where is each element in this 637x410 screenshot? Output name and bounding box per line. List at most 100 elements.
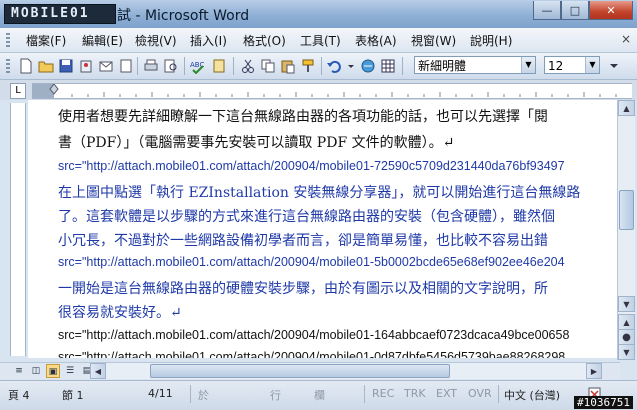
menu-file[interactable]: 檔案(F) bbox=[26, 32, 66, 49]
outline-view-icon[interactable]: ☰ bbox=[63, 364, 77, 378]
standard-toolbar: ABC 新細明體 ▼ 12 ▼ bbox=[0, 53, 637, 80]
status-column: 欄 bbox=[314, 389, 325, 402]
ruler-ticks bbox=[49, 84, 617, 97]
horizontal-ruler[interactable] bbox=[32, 83, 632, 99]
status-separator bbox=[498, 385, 499, 403]
toolbar-separator bbox=[137, 57, 138, 75]
ruler-row: L bbox=[0, 80, 637, 100]
vertical-ruler[interactable] bbox=[10, 103, 26, 356]
font-size-value: 12 bbox=[548, 59, 564, 73]
undo-dropdown-icon[interactable] bbox=[346, 58, 356, 74]
next-page-icon[interactable]: ▼ bbox=[618, 344, 635, 360]
doc-line-7[interactable]: src="http://attach.mobile01.com/attach/2… bbox=[58, 255, 565, 269]
window-title: 試 - Microsoft Word bbox=[117, 8, 250, 24]
toolbar-separator bbox=[233, 57, 234, 75]
status-separator bbox=[364, 385, 365, 403]
scroll-down-icon[interactable]: ▼ bbox=[618, 296, 635, 312]
font-name-value: 新細明體 bbox=[418, 59, 467, 73]
close-button[interactable]: ✕ bbox=[589, 1, 633, 20]
toolbar-separator bbox=[402, 57, 403, 75]
status-ext[interactable]: EXT bbox=[436, 387, 457, 400]
doc-line-4[interactable]: 在上圖中點選「執行 EZInstallation 安裝無線分享器」，就可以開始進… bbox=[58, 182, 580, 202]
view-bar: ≡ ◫ ▣ ☰ ▤ ◀ ▶ bbox=[0, 362, 620, 380]
menu-grip-icon[interactable] bbox=[6, 33, 10, 47]
email-icon[interactable] bbox=[98, 58, 114, 74]
hyperlink-icon[interactable] bbox=[360, 58, 376, 74]
status-separator bbox=[190, 385, 191, 403]
format-painter-icon[interactable] bbox=[300, 58, 316, 74]
menu-view[interactable]: 檢視(V) bbox=[135, 32, 177, 49]
scroll-right-icon[interactable]: ▶ bbox=[586, 363, 602, 379]
status-page: 頁 4 bbox=[8, 389, 30, 402]
toolbar-options-icon[interactable] bbox=[608, 58, 620, 74]
save-icon[interactable] bbox=[58, 58, 74, 74]
table-icon[interactable] bbox=[380, 58, 396, 74]
doc-line-6[interactable]: 小冗長，不過對於一些網路設備初學者而言，卻是簡單易懂，也比較不容易出錯 bbox=[58, 230, 548, 250]
doc-line-1[interactable]: 使用者想要先詳細瞭解一下這台無線路由器的各項功能的話，也可以先選擇「閱 bbox=[58, 106, 548, 126]
doc-line-5[interactable]: 了。這套軟體是以步驟的方式來進行這台無線路由器的安裝（包含硬體），雖然個 bbox=[58, 206, 555, 226]
cut-icon[interactable] bbox=[240, 58, 256, 74]
copy-icon[interactable] bbox=[260, 58, 276, 74]
menu-bar: 檔案(F) 編輯(E) 檢視(V) 插入(I) 格式(O) 工具(T) 表格(A… bbox=[0, 28, 637, 53]
minimize-button[interactable]: — bbox=[533, 1, 561, 20]
logo-text: MOBILE01 bbox=[11, 6, 90, 21]
status-trk[interactable]: TRK bbox=[404, 387, 426, 400]
menu-edit[interactable]: 編輯(E) bbox=[82, 32, 123, 49]
print-icon[interactable] bbox=[143, 58, 159, 74]
close-document-icon[interactable]: × bbox=[621, 32, 631, 46]
spelling-icon[interactable]: ABC bbox=[190, 58, 206, 74]
web-layout-icon[interactable]: ◫ bbox=[29, 364, 43, 378]
status-page-count: 4/11 bbox=[148, 387, 173, 400]
horizontal-scroll-thumb[interactable] bbox=[150, 364, 450, 378]
font-name-select[interactable]: 新細明體 ▼ bbox=[414, 56, 536, 74]
doc-line-3[interactable]: src="http://attach.mobile01.com/attach/2… bbox=[58, 159, 565, 173]
browse-object-icon[interactable]: ● bbox=[618, 329, 635, 345]
doc-line-9[interactable]: 很容易就安裝好。↵ bbox=[58, 302, 182, 322]
open-folder-icon[interactable] bbox=[38, 58, 54, 74]
undo-icon[interactable] bbox=[326, 58, 342, 74]
toolbar-separator bbox=[321, 57, 322, 75]
research-icon[interactable] bbox=[212, 58, 228, 74]
menu-insert[interactable]: 插入(I) bbox=[190, 32, 227, 49]
doc-line-10[interactable]: src="http://attach.mobile01.com/attach/2… bbox=[58, 328, 569, 342]
vertical-scrollbar[interactable]: ▲ ▼ ▲ ● ▼ bbox=[617, 100, 635, 360]
normal-view-icon[interactable]: ≡ bbox=[12, 364, 26, 378]
word-window: MOBILE01 試 - Microsoft Word — □ ✕ 檔案(F) … bbox=[0, 0, 637, 410]
chevron-down-icon[interactable]: ▼ bbox=[521, 57, 535, 73]
print-preview-icon[interactable] bbox=[163, 58, 179, 74]
status-rec[interactable]: REC bbox=[372, 387, 394, 400]
menu-table[interactable]: 表格(A) bbox=[355, 32, 397, 49]
watermark-id: #1036751 bbox=[574, 396, 633, 409]
print-layout-icon[interactable]: ▣ bbox=[46, 364, 60, 378]
paste-icon[interactable] bbox=[280, 58, 296, 74]
print-preview-small-icon[interactable] bbox=[118, 58, 134, 74]
doc-line-2[interactable]: 書（PDF）」（電腦需要事先安裝可以讀取 PDF 文件的軟體）。↵ bbox=[58, 132, 454, 152]
title-bar[interactable]: MOBILE01 試 - Microsoft Word — □ ✕ bbox=[0, 0, 637, 28]
window-controls: — □ ✕ bbox=[533, 1, 633, 21]
scroll-up-icon[interactable]: ▲ bbox=[618, 100, 635, 116]
scroll-left-icon[interactable]: ◀ bbox=[90, 363, 106, 379]
status-ovr[interactable]: OVR bbox=[468, 387, 492, 400]
doc-line-8[interactable]: 一開始是這台無線路由器的硬體安裝步驟，由於有圖示以及相關的文字說明，所 bbox=[58, 278, 548, 298]
status-section: 節 1 bbox=[62, 389, 84, 402]
tab-selector[interactable]: L bbox=[10, 83, 26, 99]
menu-format[interactable]: 格式(O) bbox=[243, 32, 286, 49]
previous-page-icon[interactable]: ▲ bbox=[618, 314, 635, 330]
font-size-select[interactable]: 12 ▼ bbox=[544, 56, 600, 74]
chevron-down-icon[interactable]: ▼ bbox=[585, 57, 599, 73]
scroll-thumb[interactable] bbox=[619, 190, 634, 230]
status-line: 行 bbox=[270, 389, 281, 402]
maximize-button[interactable]: □ bbox=[561, 1, 589, 20]
menu-window[interactable]: 視窗(W) bbox=[411, 32, 456, 49]
toolbar-grip-icon[interactable] bbox=[6, 59, 10, 73]
new-document-icon[interactable] bbox=[18, 58, 34, 74]
mobile01-logo: MOBILE01 bbox=[4, 4, 116, 24]
toolbar-separator bbox=[184, 57, 185, 75]
menu-help[interactable]: 說明(H) bbox=[470, 32, 512, 49]
doc-line-11[interactable]: src="http://attach.mobile01.com/attach/2… bbox=[58, 350, 565, 358]
permission-icon[interactable] bbox=[78, 58, 94, 74]
menu-tools[interactable]: 工具(T) bbox=[300, 32, 341, 49]
horizontal-scrollbar[interactable]: ◀ ▶ bbox=[90, 363, 602, 379]
status-language: 中文 (台灣) bbox=[504, 389, 561, 402]
document-page[interactable]: 使用者想要先詳細瞭解一下這台無線路由器的各項功能的話，也可以先選擇「閱 書（PD… bbox=[28, 100, 620, 358]
